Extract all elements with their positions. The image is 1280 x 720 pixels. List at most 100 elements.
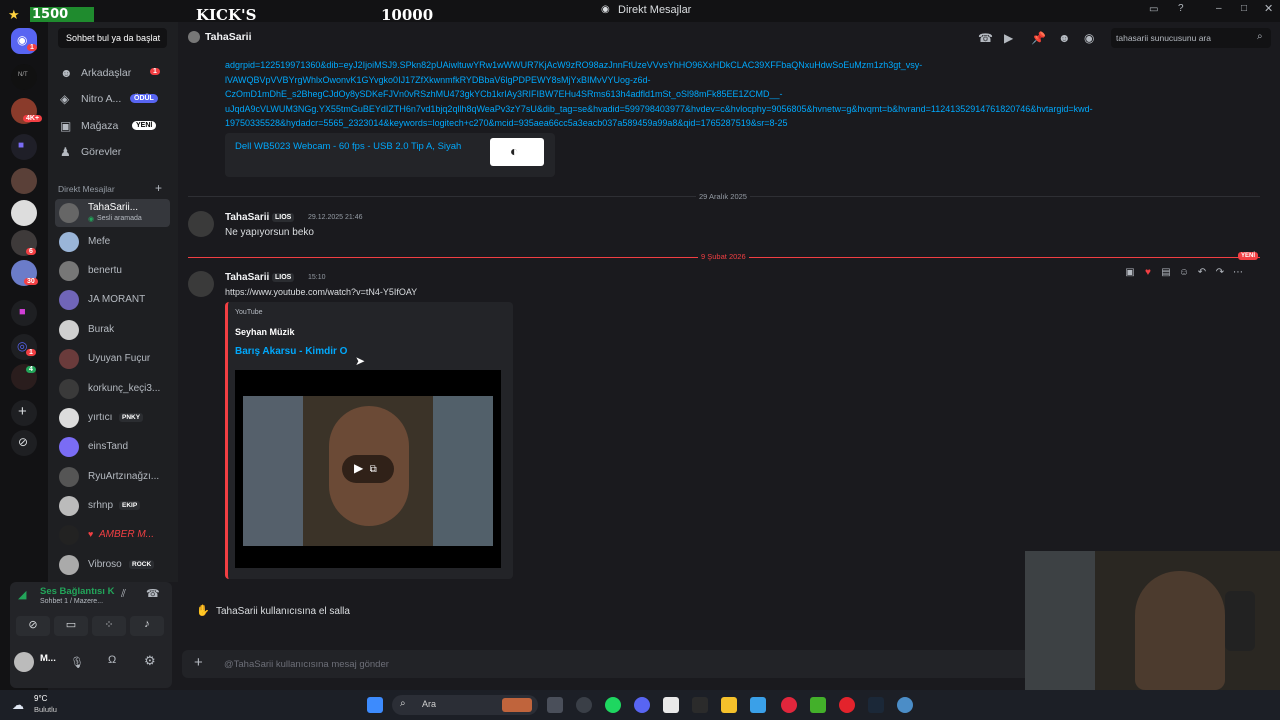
opera-icon[interactable] <box>781 697 797 713</box>
server-10[interactable]: 4 <box>11 364 37 390</box>
url-line[interactable]: CzOmD1mDhE_s2BhegCJdOy8ySDKeFJVn0vRSzhMU… <box>225 87 1185 102</box>
voice-channel[interactable]: Sohbet 1 / Mazere... <box>40 598 103 605</box>
weather-desc[interactable]: Bulutlu <box>34 705 57 714</box>
youtube-link[interactable]: https://www.youtube.com/watch?v=tN4-Y5If… <box>225 287 417 297</box>
user-avatar[interactable] <box>14 652 34 672</box>
epic-games-icon[interactable] <box>692 697 708 713</box>
channel-name[interactable]: TahaSarii <box>205 31 252 43</box>
dm-item-srhnp[interactable]: srhnp EKIP <box>55 492 170 520</box>
server-5[interactable] <box>11 200 37 226</box>
chrome-icon[interactable] <box>576 697 592 713</box>
dm-item-yirtici[interactable]: yırtıcı PNKY <box>55 404 170 432</box>
url-line[interactable]: uJqdA9cVLWUM3NGg.YX55tmGuBEYdIZTH6n7vd1b… <box>225 102 1185 117</box>
steam-icon[interactable] <box>868 697 884 713</box>
server-2[interactable]: 4K+ <box>11 98 43 124</box>
heart-reaction-icon[interactable]: ♥ <box>1139 267 1157 278</box>
notes-icon[interactable] <box>721 697 737 713</box>
server-7[interactable]: 30 <box>11 260 38 286</box>
server-9[interactable]: ◎ 1 <box>11 334 37 360</box>
dm-item-amber[interactable]: ♥ AMBER M... <box>55 521 170 549</box>
add-friends-icon[interactable]: ☻ <box>1058 31 1071 45</box>
server-4[interactable] <box>11 168 37 194</box>
noise-suppression-icon[interactable]: ⫽ <box>121 588 126 601</box>
discover-button[interactable]: ⊘ <box>11 430 37 456</box>
embed-provider[interactable]: YouTube <box>235 309 263 316</box>
taskbar-search[interactable]: ⌕ Ara <box>392 695 538 715</box>
microphone-icon[interactable]: 🎙 <box>70 656 84 669</box>
url-line[interactable]: 19750335528&hydadcr=5565_2323014&keyword… <box>225 116 1185 131</box>
product-thumbnail[interactable]: ◐ <box>490 138 544 166</box>
dm-item-ja-morant[interactable]: JA MORANT <box>55 286 170 314</box>
app-red-icon[interactable] <box>839 697 855 713</box>
settings-taskbar-icon[interactable] <box>897 697 913 713</box>
wave-prompt[interactable]: ✋ TahaSarii kullanıcısına el salla <box>190 601 490 621</box>
voice-status[interactable]: Ses Bağlantısı K <box>40 586 114 597</box>
nav-nitro[interactable]: ◈ Nitro A... ÖDÜL <box>58 87 170 111</box>
dm-item-uyuyan-fucur[interactable]: Uyuyan Fuçur <box>55 345 170 373</box>
task-view-icon[interactable] <box>547 697 563 713</box>
pin-icon[interactable]: 📌 <box>1031 31 1046 45</box>
weather-temp[interactable]: 9°C <box>34 694 47 703</box>
url-line[interactable]: adgrpid=122519971360&dib=eyJ2IjoiMSJ9.SP… <box>225 58 1185 73</box>
message-author[interactable]: TahaSarii <box>225 212 269 223</box>
dm-item-tahasarii[interactable]: TahaSarii... ◉ Sesli aramada <box>55 199 170 227</box>
clan-tag[interactable]: LIOS <box>272 273 295 282</box>
forward-icon[interactable]: ↷ <box>1211 267 1229 278</box>
photos-icon[interactable] <box>750 697 766 713</box>
server-6[interactable]: 6 <box>11 230 37 256</box>
search-input[interactable]: tahasarii sunucusunu ara <box>1111 28 1271 48</box>
server-1[interactable]: N/T <box>11 64 37 90</box>
dm-item-burak[interactable]: Burak <box>55 316 170 344</box>
more-icon[interactable]: ⋯ <box>1229 267 1247 278</box>
call-icon[interactable]: ☎ <box>978 31 993 45</box>
find-conversation-button[interactable]: Sohbet bul ya da başlat <box>58 28 167 48</box>
message-input[interactable] <box>224 657 1004 671</box>
nav-quests[interactable]: ♟ Görevler <box>58 140 170 164</box>
message-avatar[interactable] <box>188 271 214 297</box>
nav-shop[interactable]: ▣ Mağaza YENİ <box>58 114 170 138</box>
discord-taskbar-icon[interactable] <box>634 697 650 713</box>
camera-off-button[interactable]: ⊘ <box>16 616 50 636</box>
help-icon[interactable]: ? <box>1178 3 1184 14</box>
profile-icon[interactable]: ◉ <box>1084 31 1094 45</box>
dm-item-einstand[interactable]: einsTand <box>55 433 170 461</box>
inbox-icon[interactable]: ▭ <box>1149 4 1158 15</box>
reaction-icon[interactable]: ▣ <box>1121 267 1139 278</box>
home-button[interactable]: ◉ 1 <box>11 28 37 54</box>
dm-item-vibroso[interactable]: Vibroso ROCK <box>55 551 170 579</box>
attach-plus-icon[interactable]: + <box>194 654 203 671</box>
dm-item-ryuartz[interactable]: RyuArtzınağzı... <box>55 463 170 491</box>
url-line[interactable]: lVAWQBVpVVBYrgWhlxOwonvK1GYvgko0IJ17ZfXk… <box>225 73 1185 88</box>
maximize-icon[interactable]: □ <box>1241 3 1247 14</box>
settings-gear-icon[interactable]: ⚙ <box>144 653 156 669</box>
add-reaction-icon[interactable]: ☺ <box>1175 267 1193 278</box>
dm-item-benertu[interactable]: benertu <box>55 257 170 285</box>
message-author[interactable]: TahaSarii <box>225 272 269 283</box>
message-url-text[interactable]: adgrpid=122519971360&dib=eyJ2IjoiMSJ9.SP… <box>225 58 1185 131</box>
server-8[interactable]: ■ <box>11 300 37 326</box>
activities-button[interactable]: ⁘ <box>92 616 126 636</box>
product-embed-title[interactable]: Dell WB5023 Webcam - 60 fps - USB 2.0 Ti… <box>235 141 461 152</box>
embed-author[interactable]: Seyhan Müzik <box>235 327 295 337</box>
embed-title[interactable]: Barış Akarsu - Kimdir O <box>235 346 347 357</box>
minecraft-icon[interactable] <box>810 697 826 713</box>
play-button[interactable]: ▶ ⧉ <box>342 455 394 483</box>
sticker-reaction-icon[interactable]: ▤ <box>1157 267 1175 278</box>
add-server-button[interactable]: + <box>11 400 37 426</box>
create-dm-plus-icon[interactable]: + <box>155 181 162 195</box>
server-3[interactable]: ■ <box>11 134 37 160</box>
dm-item-mefe[interactable]: Mefe <box>55 228 170 256</box>
video-call-icon[interactable]: ▶ <box>1004 31 1013 45</box>
disconnect-icon[interactable]: ☎ <box>146 587 160 600</box>
clan-tag[interactable]: LIOS <box>272 213 295 222</box>
reply-icon[interactable]: ↶ <box>1193 267 1211 278</box>
screen-share-button[interactable]: ▭ <box>54 616 88 636</box>
close-icon[interactable]: ✕ <box>1264 2 1273 15</box>
headset-icon[interactable]: Ω <box>108 654 116 666</box>
nav-friends[interactable]: ☻ Arkadaşlar 1 <box>58 61 170 85</box>
message-avatar[interactable] <box>188 211 214 237</box>
soundboard-button[interactable]: ♪ <box>130 616 164 636</box>
dm-item-korkunc-keci[interactable]: korkunç_keçi3... <box>55 375 170 403</box>
store-icon[interactable] <box>663 697 679 713</box>
windows-start-icon[interactable] <box>367 697 383 713</box>
